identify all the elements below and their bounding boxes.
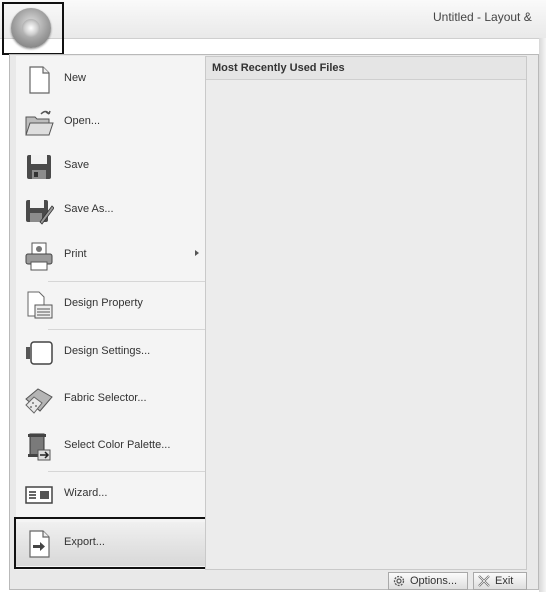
menu-item-label: Design Settings...: [64, 345, 151, 357]
menu-item-save[interactable]: Save: [16, 145, 205, 189]
menu-item-label: Fabric Selector...: [64, 392, 147, 404]
menu-item-label: Print: [64, 248, 87, 260]
menu-item-label: New: [64, 72, 87, 84]
recent-files-header: Most Recently Used Files: [206, 57, 526, 80]
gear-icon: [392, 574, 406, 588]
menu-item-save-as[interactable]: Save As...: [16, 189, 205, 233]
design-settings-icon: [24, 338, 54, 368]
menu-item-label: Design Property: [64, 297, 143, 309]
menu-item-print[interactable]: Print: [16, 234, 205, 278]
menu-item-wizard[interactable]: Wizard...: [16, 473, 205, 517]
options-button-label: Options...: [410, 575, 458, 587]
menu-item-label: Open...: [64, 115, 101, 127]
window-title: Untitled - Layout &: [433, 10, 532, 24]
wizard-icon: [24, 480, 54, 510]
export-highlight-box: [14, 517, 208, 569]
menu-item-design-property[interactable]: Design Property: [16, 283, 205, 327]
menu-item-label: Save As...: [64, 203, 114, 215]
open-folder-icon: [24, 108, 54, 138]
close-icon: [477, 574, 491, 588]
menu-item-label: Wizard...: [64, 487, 108, 499]
menu-item-open[interactable]: Open...: [16, 101, 205, 145]
menu-item-design-settings[interactable]: Design Settings...: [16, 331, 205, 375]
menu-item-label: Select Color Palette...: [64, 439, 171, 451]
exit-button[interactable]: Exit: [473, 572, 527, 590]
save-disk-icon: [24, 152, 54, 182]
menu-separator: [48, 281, 205, 282]
exit-button-label: Exit: [495, 575, 514, 587]
recent-files-pane: Most Recently Used Files: [205, 56, 527, 570]
color-palette-icon: [24, 432, 54, 462]
app-button-highlight-box: [2, 2, 64, 55]
menu-item-label: Save: [64, 159, 90, 171]
menu-item-fabric-selector[interactable]: Fabric Selector...: [16, 378, 205, 422]
recent-files-title: Most Recently Used Files: [212, 62, 345, 74]
print-icon: [24, 241, 54, 271]
menu-separator: [48, 329, 205, 330]
menu-separator: [48, 471, 205, 472]
window-edge: [539, 38, 546, 592]
submenu-arrow-icon: [195, 250, 199, 256]
menu-item-new[interactable]: New: [16, 58, 205, 102]
save-as-icon: [24, 196, 54, 226]
title-bar: Untitled - Layout &: [0, 0, 546, 39]
new-file-icon: [24, 65, 54, 95]
design-property-icon: [24, 290, 54, 320]
menu-item-select-color-palette[interactable]: Select Color Palette...: [16, 425, 205, 469]
fabric-selector-icon: [24, 385, 54, 415]
options-button[interactable]: Options...: [388, 572, 468, 590]
